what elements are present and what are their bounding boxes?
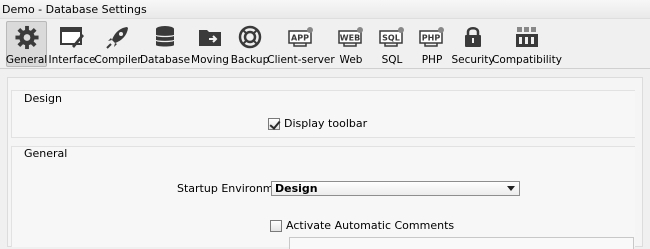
tab-label: Compiler	[94, 54, 142, 66]
tab-label: Security	[451, 54, 495, 66]
svg-text:PHP: PHP	[422, 34, 441, 43]
tab-backup[interactable]: Backup	[230, 21, 270, 67]
general-group-title: General	[24, 147, 68, 160]
tab-compiler[interactable]: Compiler	[94, 21, 142, 67]
settings-toolbar: General Interface Compiler Database Movi…	[0, 19, 650, 69]
tab-label: Client-server	[267, 54, 335, 66]
design-group	[11, 90, 635, 138]
tab-database[interactable]: Database	[139, 21, 191, 67]
chevron-down-icon	[507, 186, 515, 191]
tab-label: SQL	[381, 54, 403, 66]
web-icon: WEB	[338, 27, 363, 47]
tab-label: Backup	[230, 54, 270, 66]
rocket-icon	[106, 27, 128, 49]
tab-label: Database	[139, 54, 191, 66]
lifebuoy-icon	[238, 25, 262, 49]
comments-text-area[interactable]	[289, 237, 634, 249]
design-group-title: Design	[24, 92, 62, 105]
padlock-icon	[465, 27, 481, 47]
tab-label: PHP	[421, 54, 443, 66]
svg-text:APP: APP	[291, 34, 309, 43]
tab-label: Moving	[191, 54, 229, 66]
tab-moving[interactable]: Moving	[191, 21, 229, 67]
tab-php[interactable]: PHP PHP	[418, 21, 446, 67]
php-icon: PHP	[419, 27, 444, 47]
database-icon	[155, 26, 175, 47]
tab-client-server[interactable]: APP Client-server	[267, 21, 335, 67]
tab-label: Interface	[48, 54, 96, 66]
tab-label: Web	[339, 54, 363, 66]
display-toolbar-checkbox[interactable]	[268, 117, 280, 130]
tab-interface[interactable]: Interface	[48, 21, 96, 67]
tab-compatibility[interactable]: Compatibility	[492, 21, 562, 67]
svg-text:SQL: SQL	[382, 34, 400, 43]
title-bar: Demo - Database Settings	[0, 0, 650, 19]
app-server-icon: APP	[288, 27, 313, 47]
tab-label: Compatibility	[492, 54, 562, 66]
moving-folder-icon	[199, 30, 221, 46]
auto-comments-checkbox[interactable]	[270, 219, 282, 232]
gear-icon	[14, 25, 39, 50]
display-toolbar-label: Display toolbar	[284, 117, 368, 130]
sql-icon: SQL	[379, 27, 404, 47]
compatibility-icon	[516, 27, 538, 47]
startup-environment-select[interactable]: Design	[271, 181, 520, 196]
auto-comments-option[interactable]: Activate Automatic Comments	[270, 219, 454, 232]
tab-sql[interactable]: SQL SQL	[378, 21, 406, 67]
display-toolbar-option[interactable]: Display toolbar	[268, 117, 367, 130]
tab-security[interactable]: Security	[451, 21, 495, 67]
tab-web[interactable]: WEB Web	[336, 21, 366, 67]
startup-environment-value: Design	[275, 182, 318, 195]
auto-comments-label: Activate Automatic Comments	[286, 219, 455, 232]
tab-general[interactable]: General	[6, 21, 47, 67]
svg-text:WEB: WEB	[340, 34, 360, 43]
interface-window-icon	[60, 27, 84, 48]
settings-window: Demo - Database Settings General Interfa…	[0, 0, 650, 249]
window-title: Demo - Database Settings	[2, 3, 147, 16]
tab-label: General	[5, 54, 48, 66]
